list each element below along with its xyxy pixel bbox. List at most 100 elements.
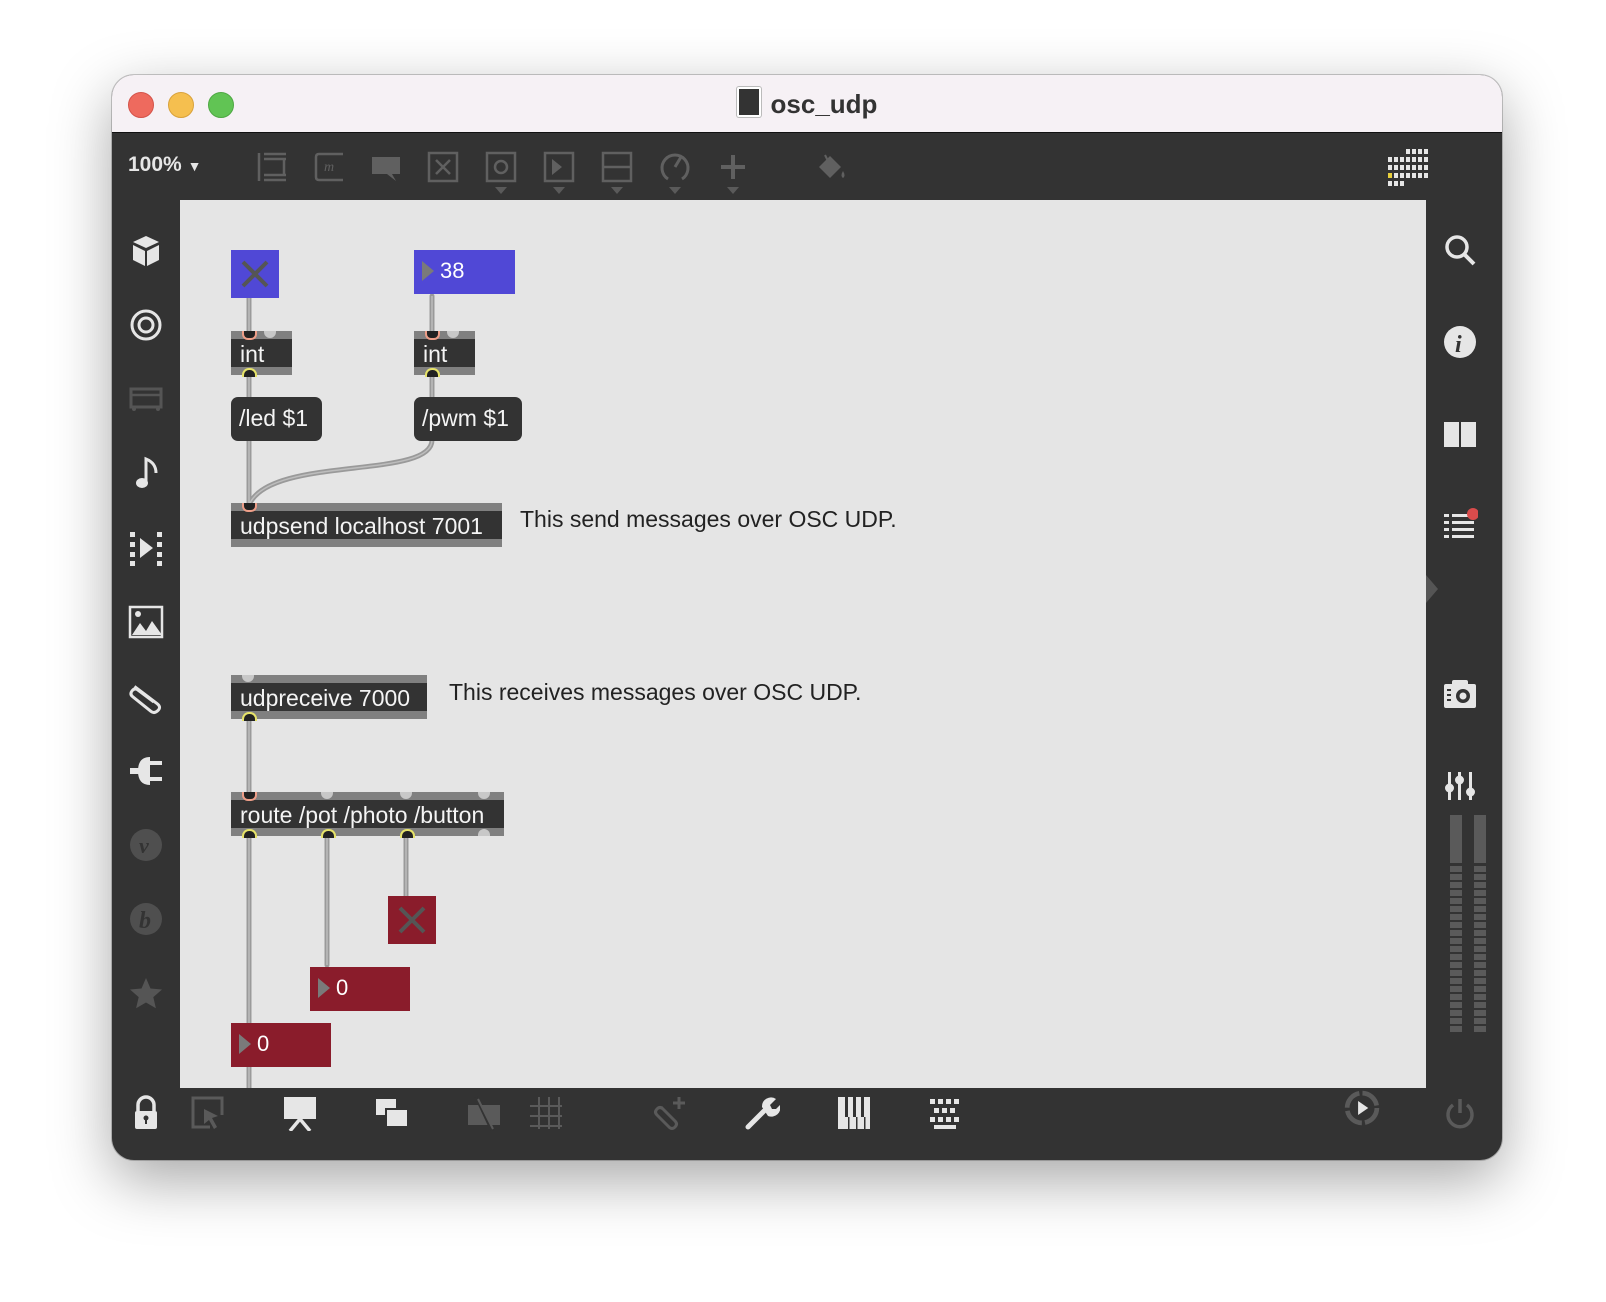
attach-icon[interactable] xyxy=(652,1095,688,1131)
power-icon[interactable] xyxy=(1442,1095,1478,1131)
pwm-message-box[interactable]: /pwm $1 xyxy=(414,397,522,441)
meter-segment xyxy=(1474,1002,1486,1008)
plus-icon[interactable] xyxy=(717,151,749,183)
patcher-icon[interactable] xyxy=(256,151,288,183)
route-object[interactable]: route /pot /photo /button xyxy=(231,792,504,836)
grid-icon[interactable] xyxy=(528,1095,564,1131)
cube-icon[interactable] xyxy=(128,233,164,269)
bpatcher-b-icon[interactable]: b xyxy=(128,901,164,937)
target-icon[interactable] xyxy=(128,307,164,343)
meter-segment xyxy=(1450,1010,1462,1016)
zoom-level-dropdown[interactable]: 100% ▼ xyxy=(128,153,201,177)
led-toggle[interactable] xyxy=(231,250,279,298)
window-title-text: osc_udp xyxy=(770,89,878,119)
inlet[interactable] xyxy=(242,331,257,340)
star-icon[interactable] xyxy=(128,975,164,1011)
svg-text:m: m xyxy=(324,160,334,175)
button-toggle[interactable] xyxy=(388,896,436,944)
meter-segment xyxy=(1474,922,1486,928)
meter-segment xyxy=(1450,962,1462,968)
lock-icon[interactable] xyxy=(128,1095,164,1131)
columns-icon[interactable] xyxy=(1442,416,1478,452)
meter-segment xyxy=(1450,866,1462,872)
meter-segment xyxy=(1450,978,1462,984)
inlet[interactable] xyxy=(242,792,257,801)
dial-icon[interactable] xyxy=(659,151,691,183)
outlet[interactable] xyxy=(242,712,257,721)
inlet[interactable] xyxy=(242,503,257,512)
chevron-down-icon[interactable] xyxy=(727,187,739,194)
udpsend-object[interactable]: udpsend localhost 7001 xyxy=(231,503,502,547)
led-message-box[interactable]: /led $1 xyxy=(231,397,322,441)
image-icon[interactable] xyxy=(128,604,164,640)
photo-number-value: 0 xyxy=(336,975,349,1000)
snapshot-camera-icon[interactable] xyxy=(1442,676,1478,712)
chevron-down-icon[interactable] xyxy=(611,187,623,194)
meter-segment xyxy=(1474,994,1486,1000)
list-icon[interactable] xyxy=(1442,508,1479,544)
title-bar: osc_udp xyxy=(112,75,1502,133)
button-x-icon[interactable] xyxy=(427,151,459,183)
svg-text:b: b xyxy=(139,908,151,934)
outlet[interactable] xyxy=(478,829,490,836)
presentation-select-icon[interactable] xyxy=(190,1095,226,1131)
layers-icon[interactable] xyxy=(374,1095,410,1131)
chevron-down-icon[interactable] xyxy=(553,187,565,194)
pwm-number-box[interactable]: 38 xyxy=(414,250,515,294)
piano-icon[interactable] xyxy=(836,1095,872,1131)
info-icon[interactable]: i xyxy=(1442,324,1478,360)
meter-segment xyxy=(1450,938,1462,944)
sidebar-expand-handle[interactable] xyxy=(1426,575,1438,603)
outlet[interactable] xyxy=(242,829,257,838)
music-note-icon[interactable] xyxy=(128,455,164,491)
chevron-down-icon[interactable] xyxy=(495,187,507,194)
meter-segment xyxy=(1474,898,1486,904)
mixer-icon[interactable] xyxy=(1442,768,1478,804)
message-text: /led $1 xyxy=(239,405,309,431)
hide-icon[interactable] xyxy=(466,1095,502,1132)
vst-v-icon[interactable]: v xyxy=(128,827,164,863)
comment-icon[interactable] xyxy=(370,151,402,183)
slider-minus-icon[interactable] xyxy=(601,151,633,183)
meter-segment xyxy=(1474,978,1486,984)
toggle-circle-icon[interactable] xyxy=(485,151,517,183)
outlet[interactable] xyxy=(242,368,257,377)
meter-segment xyxy=(1450,882,1462,888)
app-grid-icon[interactable] xyxy=(1388,149,1432,189)
pot-number-box[interactable]: 0 xyxy=(231,1023,331,1067)
patch-cord xyxy=(246,437,435,508)
number-play-icon[interactable] xyxy=(543,151,575,183)
paperclip-icon[interactable] xyxy=(128,679,164,715)
video-clip-icon[interactable] xyxy=(128,530,164,566)
udpreceive-object[interactable]: udpreceive 7000 xyxy=(231,675,427,719)
zoom-level-value: 100% xyxy=(128,153,182,176)
int-object-right[interactable]: int xyxy=(414,331,475,375)
rack-icon[interactable] xyxy=(128,381,164,417)
wrench-icon[interactable] xyxy=(744,1095,781,1131)
patcher-canvas[interactable]: 38 int int /led $1 /pwm $1 udpsend local… xyxy=(180,200,1426,1088)
search-icon[interactable] xyxy=(1442,232,1478,268)
send-comment: This send messages over OSC UDP. xyxy=(520,506,897,532)
inlet[interactable] xyxy=(425,331,440,340)
keyboard-icon[interactable] xyxy=(928,1095,964,1131)
outlet[interactable] xyxy=(321,829,336,838)
meter-segment xyxy=(1450,954,1462,960)
paint-bucket-icon[interactable] xyxy=(815,151,847,183)
outlet[interactable] xyxy=(425,368,440,377)
object-text: route /pot /photo /button xyxy=(240,802,485,828)
pwm-number-value: 38 xyxy=(440,258,465,283)
presentation-icon[interactable] xyxy=(282,1095,318,1133)
int-object-left[interactable]: int xyxy=(231,331,292,375)
message-m-icon[interactable]: m xyxy=(313,151,345,183)
outlet[interactable] xyxy=(400,829,415,838)
chevron-down-icon: ▼ xyxy=(187,158,202,174)
meter-segment xyxy=(1474,986,1486,992)
photo-number-box[interactable]: 0 xyxy=(310,967,410,1011)
x-icon xyxy=(398,906,426,934)
svg-text:i: i xyxy=(1455,332,1462,358)
meter-segment xyxy=(1450,922,1462,928)
audio-play-icon[interactable] xyxy=(1344,1090,1390,1136)
plug-icon[interactable] xyxy=(128,753,164,789)
chevron-down-icon[interactable] xyxy=(669,187,681,194)
meter-segment xyxy=(1450,1026,1462,1032)
